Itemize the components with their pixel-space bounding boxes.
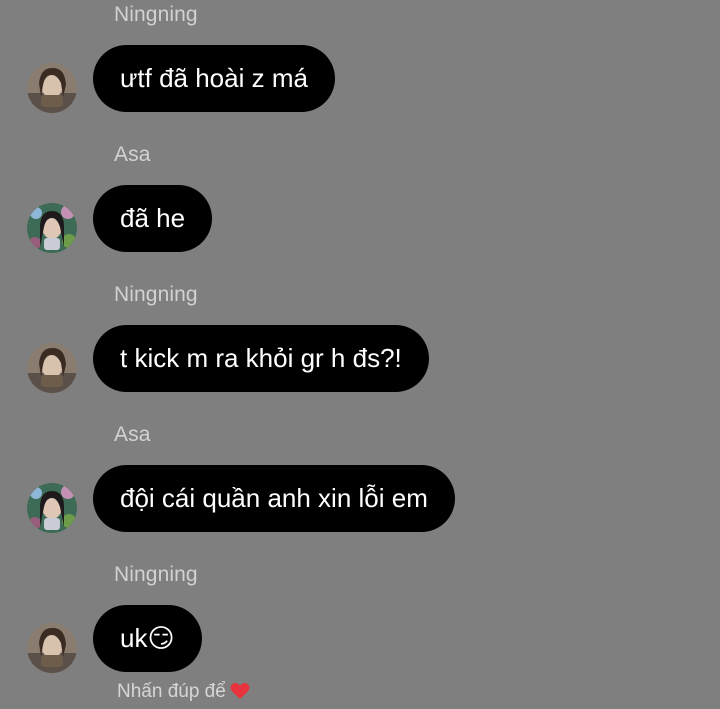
- message-bubble[interactable]: uk😏: [93, 605, 202, 672]
- avatar[interactable]: [27, 483, 77, 533]
- message-text: t kick m ra khỏi gr h đs?!: [120, 343, 402, 373]
- sender-name: Asa: [114, 423, 151, 446]
- chat-thread: Ningning ưtf đã hoài z má Asa đã he Ning…: [0, 0, 720, 709]
- avatar[interactable]: [27, 343, 77, 393]
- sender-name: Asa: [114, 143, 151, 166]
- message-text: ưtf đã hoài z má: [120, 63, 308, 93]
- message-bubble[interactable]: ưtf đã hoài z má: [93, 45, 335, 112]
- avatar[interactable]: [27, 623, 77, 673]
- message-text: uk😏: [120, 623, 175, 653]
- message-bubble[interactable]: t kick m ra khỏi gr h đs?!: [93, 325, 429, 392]
- sender-name: Ningning: [114, 283, 198, 306]
- double-tap-hint: Nhấn đúp để: [117, 681, 250, 706]
- message-bubble[interactable]: đội cái quần anh xin lỗi em: [93, 465, 455, 532]
- avatar[interactable]: [27, 63, 77, 113]
- avatar[interactable]: [27, 203, 77, 253]
- message-text: đã he: [120, 203, 186, 233]
- message-bubble[interactable]: đã he: [93, 185, 213, 252]
- message-text: đội cái quần anh xin lỗi em: [120, 483, 428, 513]
- sender-name: Ningning: [114, 563, 198, 586]
- heart-icon[interactable]: [230, 682, 250, 706]
- sender-name: Ningning: [114, 3, 198, 26]
- double-tap-hint-text: Nhấn đúp để: [117, 681, 226, 702]
